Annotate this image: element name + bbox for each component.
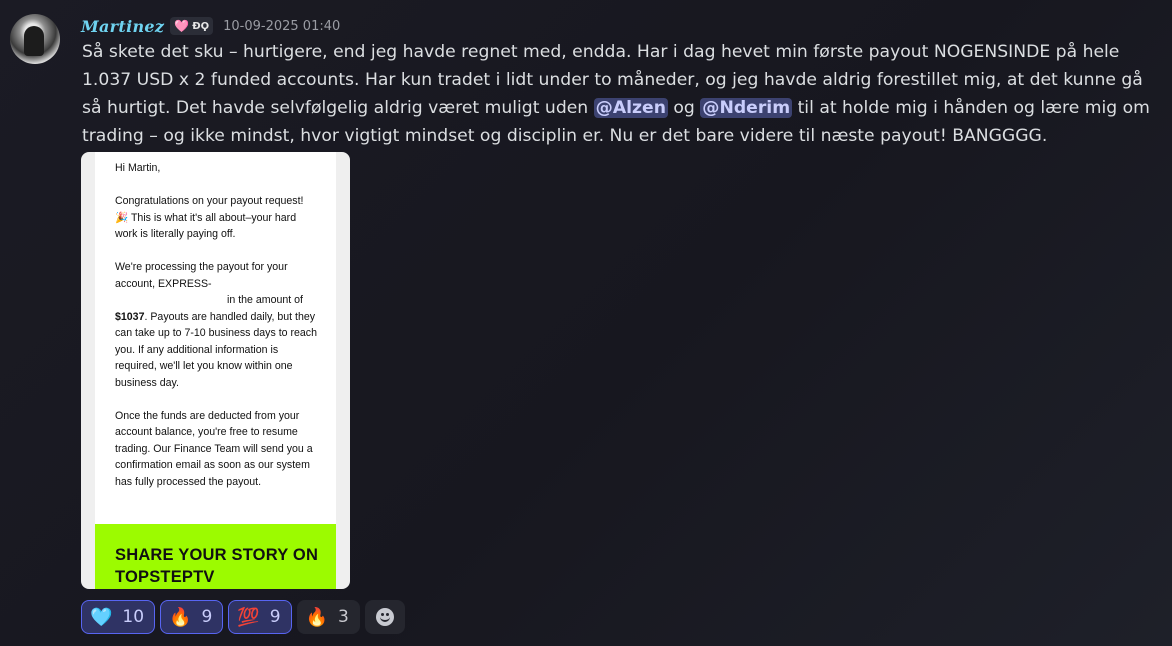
payout-amount: $1037 (115, 310, 145, 323)
email-paragraph: Congratulations on your payout request! 🎉… (115, 193, 321, 243)
banner-text: SHARE YOUR STORY ON TOPSTEPTV (115, 546, 319, 586)
username[interactable]: Martinez (81, 17, 164, 36)
email-text: in the amount of (227, 294, 303, 306)
reaction-blue-heart[interactable]: 🩵 10 (81, 600, 156, 634)
email-text: We're processing the payout for your acc… (115, 261, 288, 290)
avatar[interactable] (10, 14, 60, 64)
reaction-count: 3 (337, 607, 349, 627)
reactions-bar: 🩵 10 🔥 9 💯 9 🔥 3 (81, 600, 405, 636)
reaction-hundred-points[interactable]: 💯 9 (228, 600, 292, 634)
message-text-part: og (667, 98, 701, 118)
reaction-count: 9 (269, 607, 281, 627)
reaction-fire[interactable]: 🔥 9 (160, 600, 224, 634)
blue-heart-icon: 🩵 (90, 606, 113, 628)
image-attachment[interactable]: Hi Martin, Congratulations on your payou… (81, 152, 350, 589)
avatar-figure (24, 26, 44, 56)
email-screenshot: Hi Martin, Congratulations on your payou… (95, 152, 336, 589)
mention-alzen[interactable]: @Alzen (593, 98, 668, 118)
message-header: Martinez 🩷 ÐϘ 10-09-2025 01:40 (81, 15, 340, 37)
smiley-icon (375, 608, 394, 626)
email-text: Congratulations on your payout request! (115, 195, 304, 207)
fire-icon: 🔥 (169, 606, 192, 628)
add-reaction-button[interactable] (364, 600, 405, 634)
reaction-fire-2[interactable]: 🔥 3 (296, 600, 360, 634)
email-greeting: Hi Martin, (115, 162, 161, 174)
party-popper-icon: 🎉 (115, 211, 129, 224)
server-tag-text: ÐϘ (192, 20, 210, 32)
mention-nderim[interactable]: @Nderim (700, 98, 793, 118)
reaction-count: 9 (201, 607, 213, 627)
pink-heart-icon: 🩷 (174, 19, 190, 33)
email-paragraph: Once the funds are deducted from your ac… (115, 409, 313, 488)
fire-icon: 🔥 (305, 606, 328, 628)
email-paragraph: We're processing the payout for your acc… (115, 259, 321, 391)
email-body: Hi Martin, Congratulations on your payou… (115, 160, 321, 507)
promo-banner: SHARE YOUR STORY ON TOPSTEPTV (95, 524, 336, 589)
email-text: . Payouts are handled daily, but they ca… (115, 310, 317, 389)
server-tag[interactable]: 🩷 ÐϘ (170, 17, 214, 35)
hundred-points-icon: 💯 (237, 606, 260, 628)
email-text: This is what it's all about–your hard wo… (115, 211, 297, 241)
reaction-count: 10 (122, 607, 145, 627)
timestamp[interactable]: 10-09-2025 01:40 (223, 19, 340, 34)
message-content: Så skete det sku – hurtigere, end jeg ha… (82, 38, 1152, 150)
